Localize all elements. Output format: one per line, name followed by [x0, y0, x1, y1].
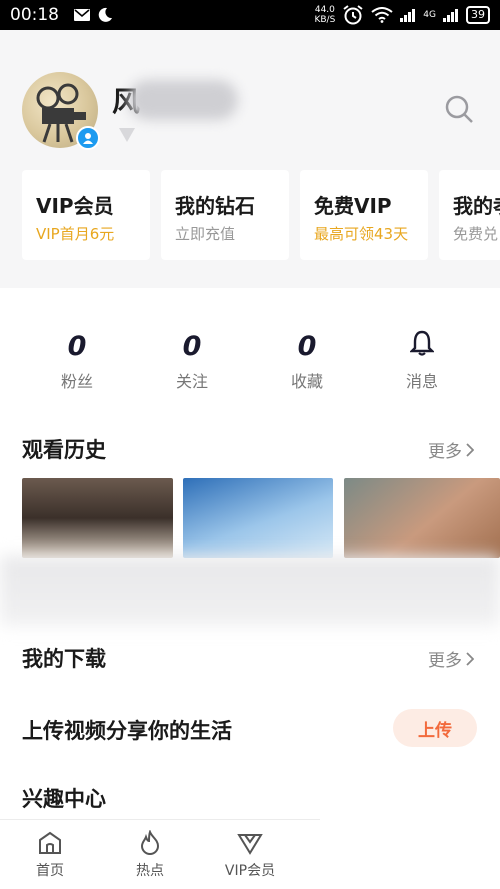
signal-icon-2	[443, 9, 458, 22]
stat-label: 消息	[405, 372, 438, 391]
tab-home[interactable]: 首页	[10, 830, 90, 880]
card-title: 我的钻石	[175, 194, 255, 218]
home-icon	[39, 831, 61, 854]
stat-value: 0	[297, 331, 317, 362]
wifi-icon	[371, 7, 393, 23]
moon-icon	[98, 7, 112, 22]
search-icon[interactable]	[444, 94, 474, 124]
stat-messages[interactable]: 消息	[382, 330, 462, 392]
tab-label: VIP会员	[224, 863, 276, 879]
net-speed-value: 44.0	[314, 5, 335, 15]
flame-icon	[140, 830, 160, 855]
history-more-link[interactable]: 更多	[428, 437, 474, 462]
upload-button[interactable]: 上传	[393, 709, 477, 747]
vip-level-icon[interactable]	[117, 126, 137, 144]
stat-label: 收藏	[290, 372, 323, 391]
card-title: VIP会员	[36, 194, 114, 218]
stat-fans[interactable]: 0 粉丝	[37, 330, 117, 392]
history-video-thumbnail[interactable]	[183, 478, 333, 558]
card-subtitle: 最高可领43天	[314, 225, 409, 243]
bell-icon	[409, 330, 435, 356]
partial-card[interactable]: 我的孝 免费兑	[439, 170, 500, 260]
status-time: 00:18	[10, 5, 59, 25]
interest-center-title[interactable]: 兴趣中心	[22, 783, 106, 813]
profile-header: 风 VIP会员 VIP首月6元 我的钻石 立即充值 免费VIP 最高可领43天 …	[0, 30, 500, 288]
stat-favorites[interactable]: 0 收藏	[267, 330, 347, 392]
bell-icon-wrap	[382, 330, 462, 364]
username-redacted	[128, 80, 238, 120]
tab-label: 热点	[136, 863, 164, 879]
stat-value: 0	[182, 331, 202, 362]
tab-hot[interactable]: 热点	[110, 830, 190, 880]
history-video-thumbnail[interactable]	[22, 478, 173, 558]
my-diamonds-card[interactable]: 我的钻石 立即充值	[161, 170, 289, 260]
stats-row: 0 粉丝 0 关注 0 收藏 消息	[0, 330, 500, 392]
card-subtitle: VIP首月6元	[36, 225, 115, 243]
vip-member-card[interactable]: VIP会员 VIP首月6元	[22, 170, 150, 260]
card-title: 我的孝	[453, 194, 500, 218]
bottom-tab-bar: 首页 热点 VIP会员	[0, 819, 320, 889]
history-titles-redacted	[0, 556, 500, 626]
vip-cards-row: VIP会员 VIP首月6元 我的钻石 立即充值 免费VIP 最高可领43天 我的…	[22, 170, 500, 260]
network-type: 4G	[423, 10, 436, 20]
user-badge-icon	[83, 133, 93, 144]
card-subtitle: 立即充值	[175, 225, 236, 243]
history-thumbnails	[22, 478, 500, 558]
net-speed: 44.0 KB/S	[314, 5, 335, 25]
more-label: 更多	[428, 442, 462, 462]
upload-title: 上传视频分享你的生活	[22, 719, 232, 743]
avatar-badge	[76, 126, 100, 150]
chevron-right-icon	[466, 442, 474, 457]
downloads-more-link[interactable]: 更多	[428, 646, 474, 671]
stat-label: 粉丝	[60, 372, 93, 391]
chevron-right-icon	[466, 651, 474, 666]
status-bar: 00:18 44.0 KB/S 4G 39	[0, 0, 500, 30]
stat-label: 关注	[175, 372, 208, 391]
history-title: 观看历史	[22, 438, 106, 462]
tab-vip[interactable]: VIP会员	[210, 830, 290, 880]
vip-diamond-icon	[237, 834, 263, 855]
history-video-thumbnail[interactable]	[344, 478, 500, 558]
signal-icon	[400, 9, 416, 22]
card-subtitle: 免费兑	[453, 225, 499, 243]
downloads-title[interactable]: 我的下载	[22, 643, 106, 673]
free-vip-card[interactable]: 免费VIP 最高可领43天	[300, 170, 428, 260]
message-icon	[74, 9, 90, 21]
battery-indicator: 39	[466, 6, 490, 24]
card-title: 免费VIP	[314, 194, 392, 218]
net-speed-unit: KB/S	[314, 15, 336, 25]
alarm-clock-icon	[343, 5, 363, 25]
stat-value: 0	[67, 331, 87, 362]
more-label: 更多	[428, 651, 462, 671]
tab-label: 首页	[36, 863, 64, 879]
stat-following[interactable]: 0 关注	[152, 330, 232, 392]
